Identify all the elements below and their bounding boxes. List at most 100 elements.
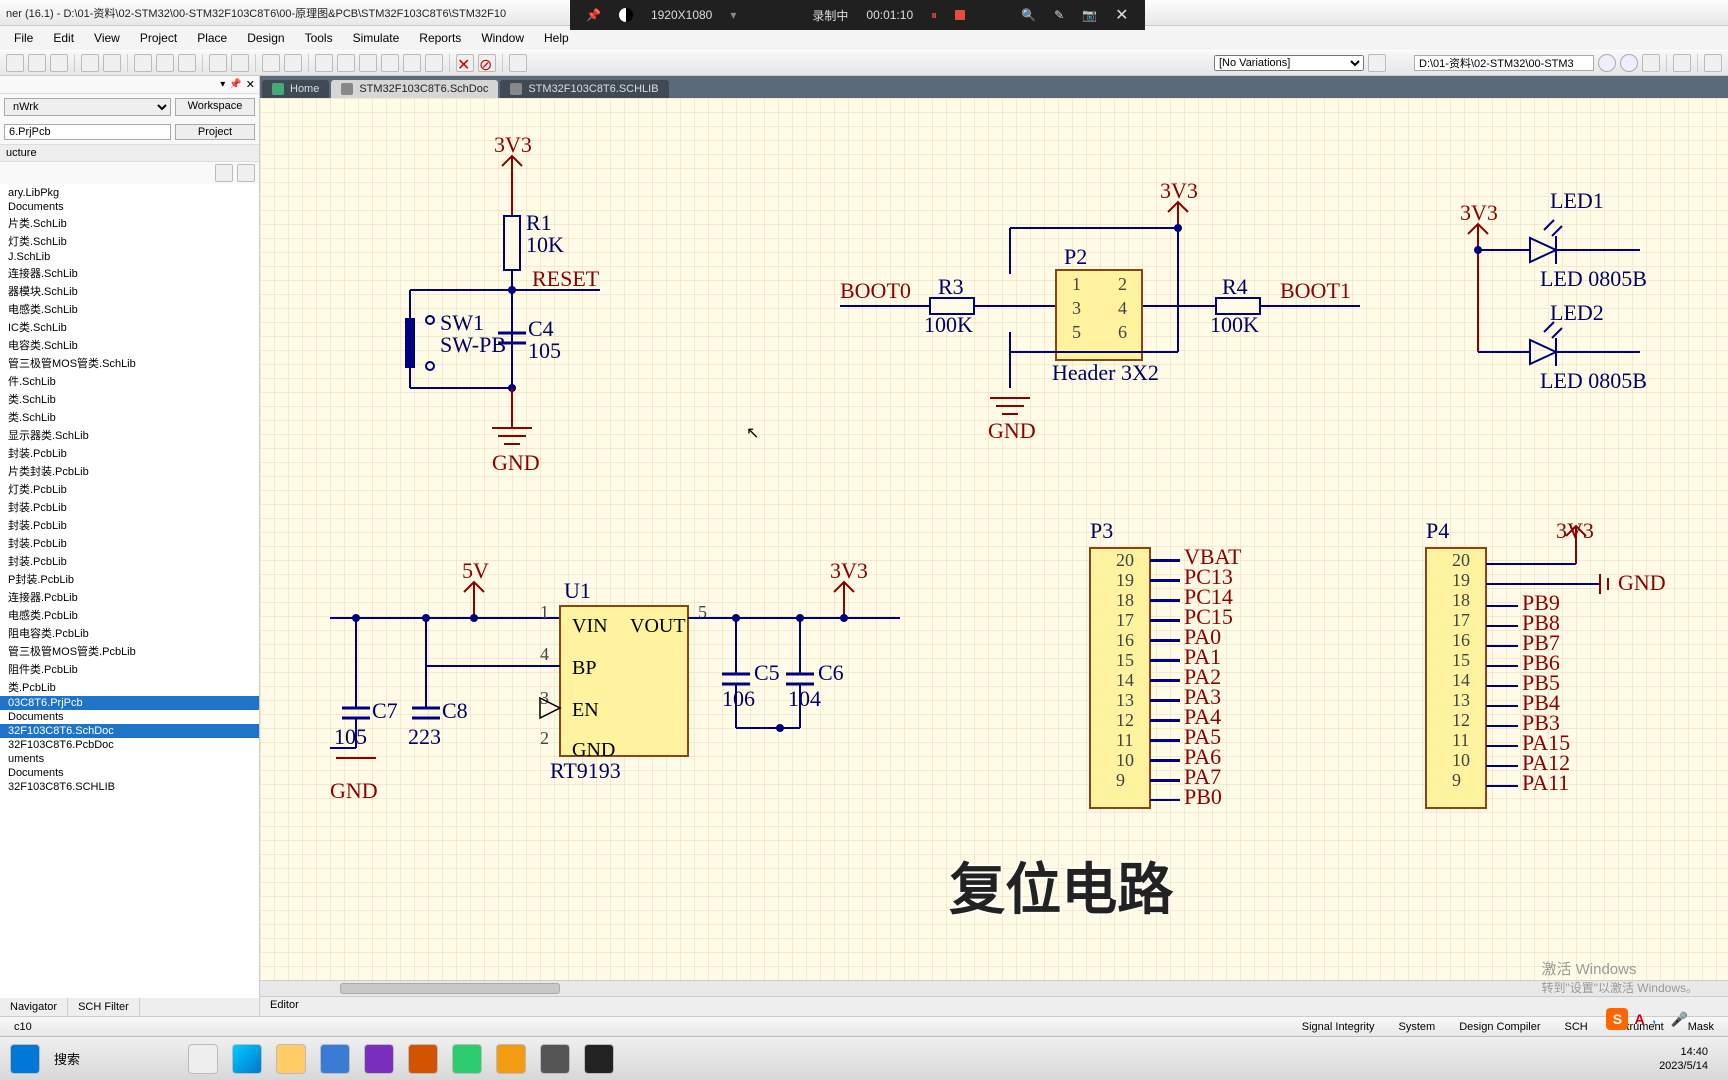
edge-icon[interactable] <box>232 1044 262 1074</box>
tree-item[interactable]: 封装.PcbLib <box>0 444 259 462</box>
panel-menu-icon[interactable]: ▾ <box>220 79 225 90</box>
ime-toolbar[interactable]: S A ， 🎤 <box>1606 1008 1688 1030</box>
tree-item[interactable]: 片类.SchLib <box>0 214 259 232</box>
mic-icon[interactable]: 🎤 <box>1671 1011 1688 1028</box>
zoom-icon[interactable]: 🔍 <box>1021 8 1036 22</box>
taskbar[interactable]: 搜索 S A ， 🎤 14:40 2023/5/14 <box>0 1036 1728 1080</box>
explorer-icon[interactable] <box>276 1044 306 1074</box>
tree-item[interactable]: 类.SchLib <box>0 408 259 426</box>
tree-item[interactable]: 电容类.SchLib <box>0 336 259 354</box>
workspace-button[interactable]: Workspace <box>175 98 255 116</box>
menu-design[interactable]: Design <box>239 29 292 47</box>
menu-simulate[interactable]: Simulate <box>345 29 408 47</box>
tree-item[interactable]: Documents <box>0 710 259 724</box>
project-tree[interactable]: ary.LibPkgDocuments片类.SchLib灯类.SchLibJ.S… <box>0 184 259 998</box>
taskview-icon[interactable] <box>188 1044 218 1074</box>
tool-brush[interactable] <box>509 54 527 72</box>
tab-schdoc[interactable]: STM32F103C8T6.SchDoc <box>331 80 498 98</box>
tool-open[interactable] <box>28 54 46 72</box>
pause-icon[interactable]: ⏸ <box>931 8 937 23</box>
tree-item[interactable]: uments <box>0 752 259 766</box>
menu-reports[interactable]: Reports <box>411 29 469 47</box>
tool-place-part[interactable] <box>425 54 443 72</box>
status-si[interactable]: Signal Integrity <box>1296 1021 1381 1033</box>
status-sch[interactable]: SCH <box>1559 1021 1594 1033</box>
panel-pin-icon[interactable]: 📌 <box>229 79 241 90</box>
app1-icon[interactable] <box>496 1044 526 1074</box>
tool-fit[interactable] <box>284 54 302 72</box>
ime-comma[interactable]: ， <box>1651 1009 1665 1029</box>
tree-item[interactable]: 连接器.PcbLib <box>0 588 259 606</box>
recorder-icon[interactable] <box>584 1044 614 1074</box>
tree-item[interactable]: 器模块.SchLib <box>0 282 259 300</box>
camera-icon[interactable]: 📷 <box>1082 8 1097 22</box>
tree-item[interactable]: 封装.PcbLib <box>0 534 259 552</box>
ime-s-icon[interactable]: S <box>1606 1008 1628 1030</box>
recording-toolbar[interactable]: 📌 1920X1080 ▾ 录制中 00:01:10 ⏸ 🔍 ✎ 📷 ✕ <box>570 0 1145 30</box>
menu-file[interactable]: File <box>6 29 41 47</box>
stop-icon[interactable] <box>955 10 965 20</box>
nav-opt[interactable] <box>1704 54 1722 72</box>
tool-check[interactable]: ⊘ <box>478 54 496 72</box>
search-label[interactable]: 搜索 <box>54 1049 80 1068</box>
tree-item[interactable]: 电感类.PcbLib <box>0 606 259 624</box>
clock[interactable]: 14:40 2023/5/14 <box>1659 1045 1718 1073</box>
onenote-icon[interactable] <box>364 1044 394 1074</box>
tree-item[interactable]: 连接器.SchLib <box>0 264 259 282</box>
tab-schlib[interactable]: STM32F103C8T6.SCHLIB <box>500 80 668 98</box>
tree-item[interactable]: 管三极管MOS管类.SchLib <box>0 354 259 372</box>
variations-combo[interactable]: [No Variations] <box>1214 55 1364 71</box>
nav-fwd[interactable] <box>1620 54 1638 72</box>
tool-new[interactable] <box>6 54 24 72</box>
pencil-icon[interactable]: ✎ <box>1054 8 1064 22</box>
nav-back[interactable] <box>1598 54 1616 72</box>
tree-item[interactable]: P封装.PcbLib <box>0 570 259 588</box>
tree-item[interactable]: 电感类.SchLib <box>0 300 259 318</box>
tree-item[interactable]: 封装.PcbLib <box>0 516 259 534</box>
tab-navigator[interactable]: Navigator <box>0 998 68 1016</box>
menu-tools[interactable]: Tools <box>297 29 341 47</box>
tree-item[interactable]: J.SchLib <box>0 250 259 264</box>
tree-item[interactable]: 阻件类.PcbLib <box>0 660 259 678</box>
tool-preview[interactable] <box>103 54 121 72</box>
menu-help[interactable]: Help <box>536 29 577 47</box>
tree-item[interactable]: 管三极管MOS管类.PcbLib <box>0 642 259 660</box>
tree-item[interactable]: 封装.PcbLib <box>0 498 259 516</box>
tool-save[interactable] <box>50 54 68 72</box>
tab-home[interactable]: Home <box>262 80 329 98</box>
tool-undo[interactable] <box>209 54 227 72</box>
nav-fav[interactable] <box>1673 54 1691 72</box>
mail-icon[interactable] <box>320 1044 350 1074</box>
tool-redo[interactable] <box>231 54 249 72</box>
h-scrollbar[interactable] <box>260 980 1728 996</box>
tool-place-net[interactable] <box>359 54 377 72</box>
menu-place[interactable]: Place <box>189 29 235 47</box>
ppt-icon[interactable] <box>408 1044 438 1074</box>
tree-item[interactable]: 32F103C8T6.SchDoc <box>0 724 259 738</box>
tool-zoom[interactable] <box>262 54 280 72</box>
tool-place-power[interactable] <box>403 54 421 72</box>
tool-copy[interactable] <box>156 54 174 72</box>
close-icon[interactable]: ✕ <box>1115 5 1128 25</box>
tool-print[interactable] <box>81 54 99 72</box>
tree-item[interactable]: ary.LibPkg <box>0 186 259 200</box>
wechat-icon[interactable] <box>452 1044 482 1074</box>
tool-place-port[interactable] <box>381 54 399 72</box>
tool-cancel[interactable]: ✕ <box>456 54 474 72</box>
menu-project[interactable]: Project <box>132 29 185 47</box>
menu-window[interactable]: Window <box>473 29 532 47</box>
tree-item[interactable]: IC类.SchLib <box>0 318 259 336</box>
tree-item[interactable]: Documents <box>0 766 259 780</box>
tree-item[interactable]: 类.SchLib <box>0 390 259 408</box>
menu-view[interactable]: View <box>86 29 128 47</box>
project-input[interactable] <box>4 124 171 140</box>
tree-item[interactable]: 灯类.PcbLib <box>0 480 259 498</box>
project-button[interactable]: Project <box>175 124 255 140</box>
menu-edit[interactable]: Edit <box>45 29 82 47</box>
tree-item[interactable]: 03C8T6.PrjPcb <box>0 696 259 710</box>
tree-item[interactable]: 封装.PcbLib <box>0 552 259 570</box>
tool-paste[interactable] <box>178 54 196 72</box>
status-sys[interactable]: System <box>1393 1021 1442 1033</box>
tree-item[interactable]: 32F103C8T6.SCHLIB <box>0 780 259 794</box>
tool-place-wire[interactable] <box>315 54 333 72</box>
